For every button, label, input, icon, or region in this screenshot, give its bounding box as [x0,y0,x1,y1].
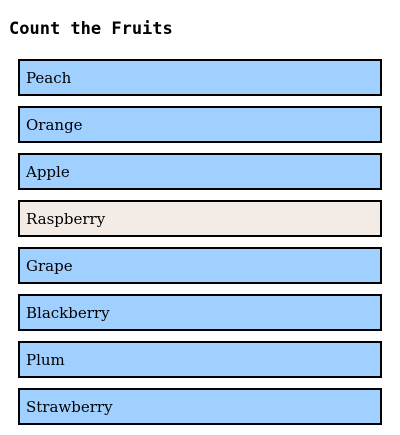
fruit-item-label: Apple [26,162,70,181]
fruit-item-label: Plum [26,350,65,369]
fruit-item-peach[interactable]: Peach [18,59,382,96]
fruit-item-blackberry[interactable]: Blackberry [18,294,382,331]
fruit-item-label: Orange [26,115,83,134]
page-title: Count the Fruits [9,19,173,39]
fruit-item-label: Blackberry [26,303,110,322]
fruit-item-label: Peach [26,68,72,87]
fruit-item-raspberry[interactable]: Raspberry [18,200,382,237]
fruit-item-strawberry[interactable]: Strawberry [18,388,382,425]
fruit-item-label: Raspberry [26,209,106,228]
fruit-item-grape[interactable]: Grape [18,247,382,284]
fruit-item-label: Grape [26,256,73,275]
fruit-item-label: Strawberry [26,397,113,416]
fruit-item-orange[interactable]: Orange [18,106,382,143]
fruit-list: Peach Orange Apple Raspberry Grape Black… [18,59,382,425]
fruit-item-apple[interactable]: Apple [18,153,382,190]
fruit-item-plum[interactable]: Plum [18,341,382,378]
